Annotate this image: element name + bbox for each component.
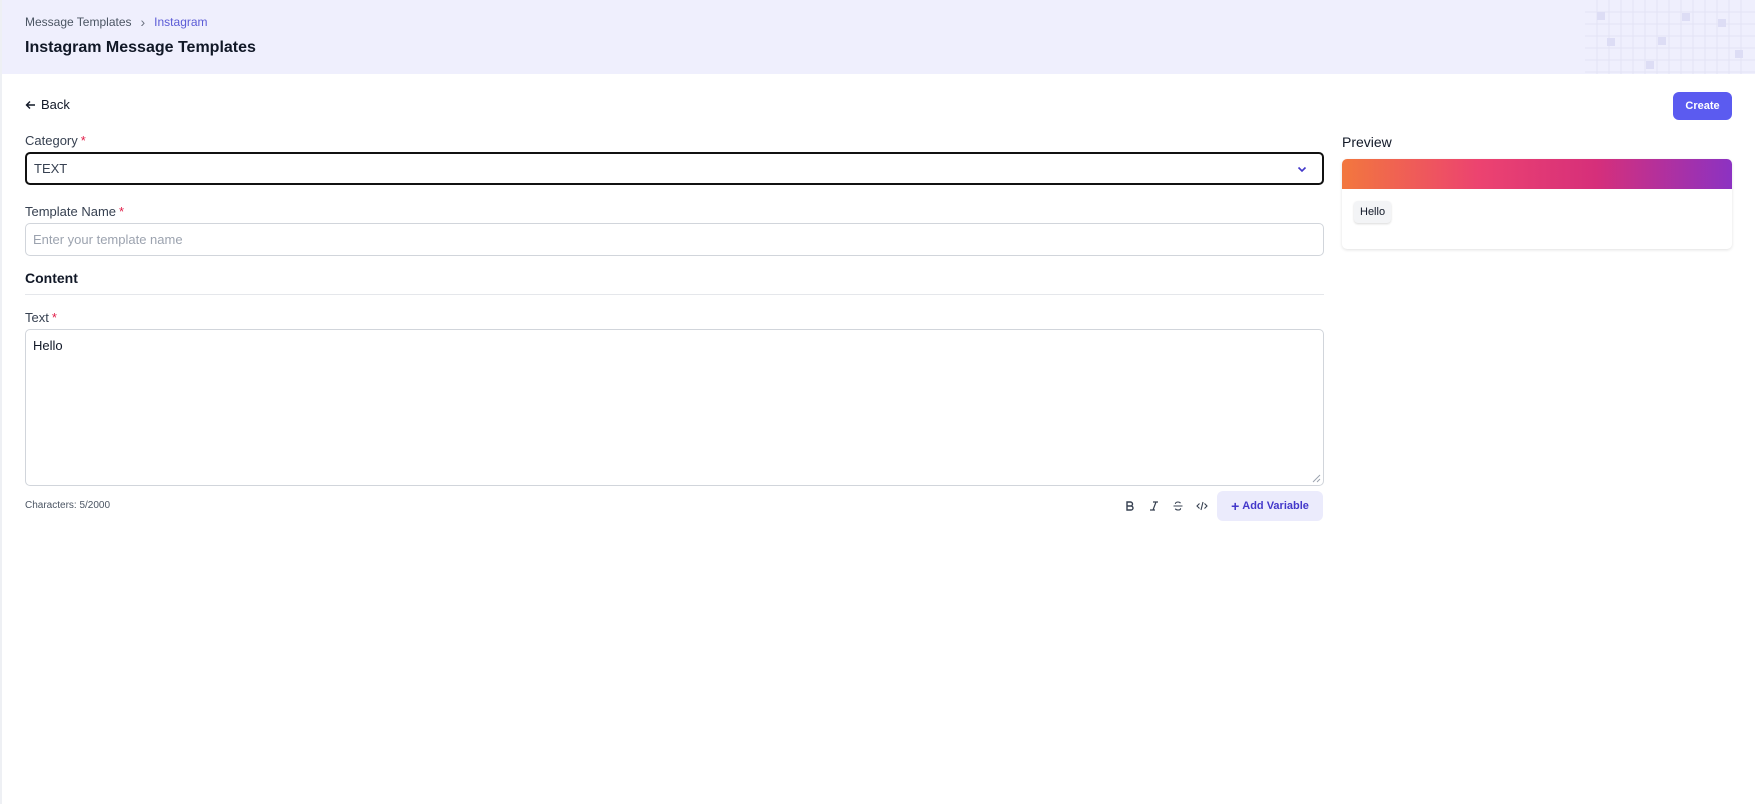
page-title: Instagram Message Templates — [25, 39, 256, 56]
category-value: TEXT — [34, 161, 68, 176]
bold-icon[interactable] — [1122, 498, 1138, 514]
create-button[interactable]: Create — [1673, 92, 1732, 120]
preview-card: Hello — [1342, 159, 1732, 249]
resize-handle-icon[interactable] — [1312, 474, 1321, 483]
template-name-input[interactable] — [25, 223, 1324, 256]
strikethrough-icon[interactable] — [1170, 498, 1186, 514]
category-label: Category * — [25, 133, 86, 148]
content-section-title: Content — [25, 270, 78, 286]
chevron-right-icon: › — [140, 14, 146, 30]
text-content-area[interactable]: Hello — [25, 329, 1324, 486]
code-icon[interactable] — [1194, 498, 1210, 514]
italic-icon[interactable] — [1146, 498, 1162, 514]
add-variable-button[interactable]: + Add Variable — [1217, 491, 1323, 521]
breadcrumb-current[interactable]: Instagram — [154, 15, 207, 29]
preview-title: Preview — [1342, 134, 1392, 150]
grid-pattern-decoration — [1585, 0, 1755, 74]
breadcrumb: Message Templates › Instagram — [25, 15, 208, 29]
plus-icon: + — [1231, 497, 1240, 514]
chevron-down-icon — [1297, 166, 1307, 173]
back-link[interactable]: Back — [25, 97, 70, 112]
text-content-value: Hello — [33, 338, 63, 353]
category-select[interactable]: TEXT — [25, 152, 1324, 185]
character-count: Characters: 5/2000 — [25, 500, 111, 511]
instagram-gradient-header — [1342, 159, 1732, 189]
section-divider — [25, 294, 1324, 295]
back-label: Back — [41, 97, 70, 112]
page-header: Message Templates › Instagram Instagram … — [2, 0, 1755, 74]
preview-message-bubble: Hello — [1354, 201, 1392, 223]
left-border — [0, 0, 2, 804]
breadcrumb-parent[interactable]: Message Templates — [25, 15, 132, 29]
arrow-left-icon — [25, 100, 35, 109]
add-variable-label: Add Variable — [1242, 500, 1309, 512]
text-label: Text * — [25, 310, 57, 325]
template-name-label: Template Name * — [25, 204, 125, 219]
